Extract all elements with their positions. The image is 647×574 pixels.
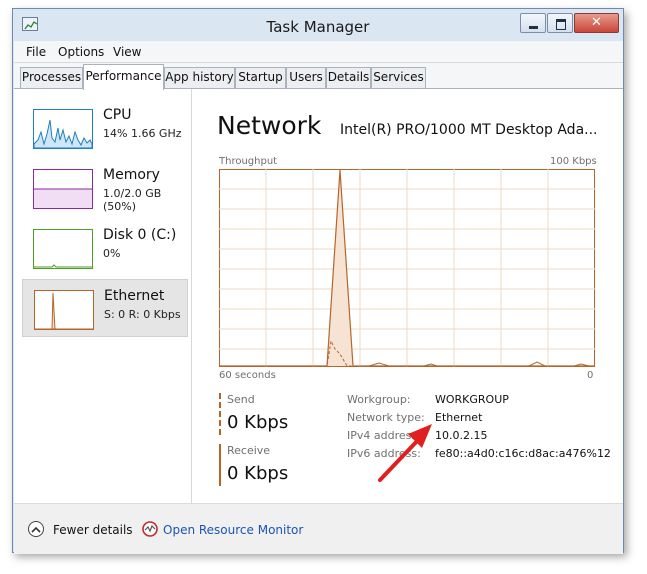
tab-services[interactable]: Services xyxy=(371,67,426,89)
tab-startup[interactable]: Startup xyxy=(235,67,286,89)
tab-strip: Processes Performance App history Startu… xyxy=(14,63,623,90)
send-label: Send xyxy=(227,393,255,406)
ipv6-address-value: fe80::a4d0:c16c:d8ac:a476%12 xyxy=(435,447,611,460)
performance-panel: CPU 14% 1.66 GHz Memory 1.0/2.0 GB (50%) xyxy=(14,88,623,554)
tab-app-history[interactable]: App history xyxy=(164,67,235,89)
fewer-details-button[interactable] xyxy=(28,521,44,537)
menu-file[interactable]: File xyxy=(26,45,46,59)
graph-time-span-label: 60 seconds xyxy=(219,370,276,381)
task-manager-window: Task Manager ✕ File Options View Process… xyxy=(12,8,624,554)
workgroup-label: Workgroup: xyxy=(347,393,411,406)
send-value: 0 Kbps xyxy=(227,412,289,433)
ethernet-thumbnail-graph xyxy=(34,290,94,330)
open-resource-monitor-link[interactable]: Open Resource Monitor xyxy=(163,523,303,537)
cpu-detail: 14% 1.66 GHz xyxy=(103,127,182,140)
menu-options[interactable]: Options xyxy=(58,45,104,59)
resource-item-ethernet[interactable]: Ethernet S: 0 R: 0 Kbps xyxy=(22,279,188,337)
cpu-thumbnail-graph xyxy=(33,109,93,149)
menu-view[interactable]: View xyxy=(113,45,141,59)
workgroup-value: WORKGROUP xyxy=(435,393,509,406)
footer-bar: Fewer details Open Resource Monitor xyxy=(14,503,623,554)
maximize-button[interactable] xyxy=(547,13,573,33)
receive-value: 0 Kbps xyxy=(227,463,289,484)
tab-users[interactable]: Users xyxy=(286,67,326,89)
disk-detail: 0% xyxy=(103,247,121,260)
tab-performance[interactable]: Performance xyxy=(83,64,164,90)
annotation-arrow-icon xyxy=(378,424,432,482)
page-title: Network xyxy=(217,111,322,140)
close-button[interactable]: ✕ xyxy=(574,13,619,33)
fewer-details-link[interactable]: Fewer details xyxy=(53,523,133,537)
resource-item-disk[interactable]: Disk 0 (C:) 0% xyxy=(22,219,188,277)
menu-bar: File Options View xyxy=(14,41,623,63)
tab-details[interactable]: Details xyxy=(326,67,371,89)
tab-processes[interactable]: Processes xyxy=(20,67,83,89)
ethernet-detail: S: 0 R: 0 Kbps xyxy=(104,308,181,321)
resource-monitor-icon[interactable] xyxy=(142,521,158,537)
graph-title: Throughput xyxy=(219,156,278,167)
throughput-graph xyxy=(219,169,595,367)
memory-thumbnail-graph xyxy=(33,169,93,209)
memory-label: Memory xyxy=(103,167,160,183)
cpu-label: CPU xyxy=(103,107,132,123)
disk-label: Disk 0 (C:) xyxy=(103,227,177,243)
graph-min-label: 0 xyxy=(587,370,594,381)
disk-thumbnail-graph xyxy=(33,229,93,269)
chevron-up-icon xyxy=(31,526,41,533)
receive-label: Receive xyxy=(227,444,271,457)
resource-item-memory[interactable]: Memory 1.0/2.0 GB (50%) xyxy=(22,159,188,217)
adapter-name: Intel(R) PRO/1000 MT Desktop Ada... xyxy=(340,122,598,138)
memory-detail: 1.0/2.0 GB (50%) xyxy=(103,187,162,213)
resource-item-cpu[interactable]: CPU 14% 1.66 GHz xyxy=(22,99,188,157)
send-indicator xyxy=(219,393,221,435)
close-icon: ✕ xyxy=(591,15,602,30)
title-bar[interactable]: Task Manager ✕ xyxy=(13,9,623,41)
minimize-button[interactable] xyxy=(520,13,546,33)
graph-max-label: 100 Kbps xyxy=(550,156,597,167)
resource-list: CPU 14% 1.66 GHz Memory 1.0/2.0 GB (50%) xyxy=(14,89,192,503)
receive-indicator xyxy=(219,444,221,486)
ethernet-label: Ethernet xyxy=(104,288,165,304)
